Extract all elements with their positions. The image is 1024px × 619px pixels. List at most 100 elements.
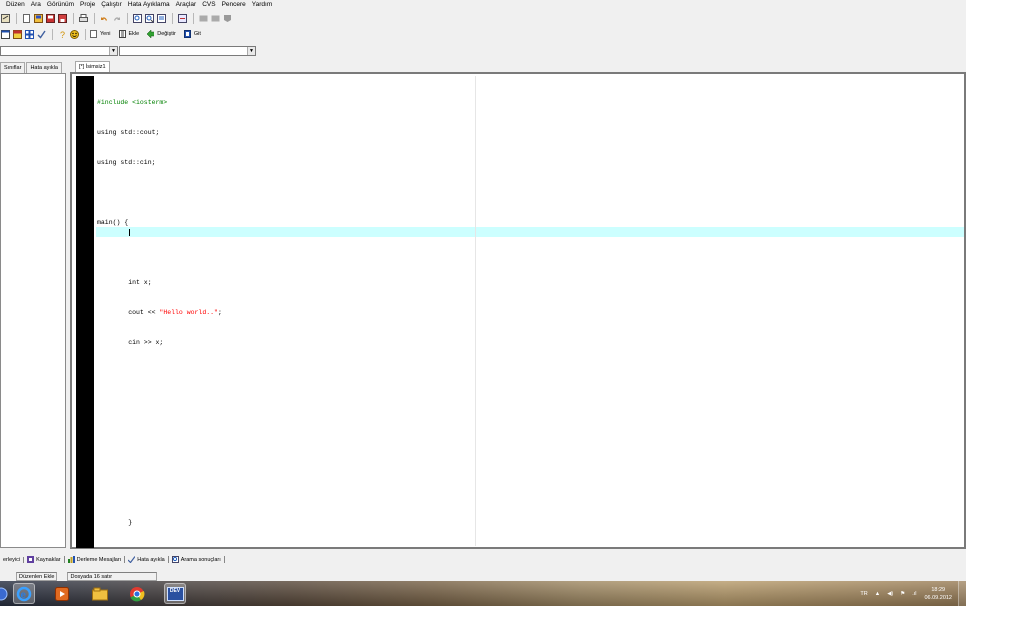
tab-resources-label: Kaynaklar bbox=[36, 556, 61, 563]
chevron-down-icon[interactable]: ▼ bbox=[109, 47, 117, 55]
save-icon[interactable] bbox=[45, 13, 55, 23]
show-hidden-icons-icon[interactable]: ▲ bbox=[875, 591, 880, 597]
menu-tools[interactable]: Araçlar bbox=[176, 0, 197, 10]
chevron-down-icon[interactable]: ▼ bbox=[247, 47, 255, 55]
code-line: using std::cout; bbox=[97, 129, 160, 136]
open-file-icon[interactable] bbox=[33, 13, 43, 23]
tab-classes[interactable]: Sınıflar bbox=[0, 62, 26, 73]
indent-icon[interactable] bbox=[210, 13, 220, 23]
insert-label: Ekle bbox=[128, 31, 140, 37]
new-item-button[interactable]: Yeni bbox=[90, 30, 111, 38]
help-icon[interactable]: ? bbox=[57, 29, 67, 39]
new-item-icon bbox=[90, 30, 97, 38]
window-icon[interactable] bbox=[0, 29, 10, 39]
code-text[interactable]: #include <iosterm> using std::cout; usin… bbox=[97, 78, 222, 548]
toolbar-separator bbox=[172, 12, 173, 24]
class-browser-panel[interactable] bbox=[0, 73, 66, 548]
toolbar-separator bbox=[85, 28, 86, 40]
taskbar-dev-cpp[interactable]: DEV bbox=[164, 583, 186, 604]
toggle-bookmark-button[interactable]: Değiştir bbox=[147, 30, 176, 38]
class-browser-icon[interactable] bbox=[12, 29, 22, 39]
tab-compiler[interactable]: erleyici bbox=[0, 556, 25, 563]
tab-untitled1[interactable]: [*] İsimsiz1 bbox=[75, 61, 110, 72]
taskbar-explorer[interactable] bbox=[89, 583, 111, 604]
tab-resources[interactable]: Kaynaklar bbox=[24, 556, 65, 563]
tab-debug-output-label: Hata ayıkla bbox=[137, 556, 165, 563]
menu-cvs[interactable]: CVS bbox=[202, 0, 215, 10]
start-button[interactable] bbox=[0, 583, 12, 604]
chrome-icon bbox=[130, 586, 145, 601]
resources-icon bbox=[27, 556, 35, 563]
project-icon[interactable] bbox=[0, 13, 10, 23]
comment-icon[interactable] bbox=[222, 13, 232, 23]
folder-icon bbox=[92, 587, 108, 600]
code-token: ; bbox=[217, 309, 222, 316]
dev-icon-label: DEV bbox=[169, 587, 181, 594]
editor-gutter[interactable] bbox=[76, 76, 94, 548]
tab-compile-log-label: Derleme Mesajları bbox=[76, 556, 122, 563]
class-dropdown[interactable]: ▼ bbox=[0, 46, 118, 56]
menu-project[interactable]: Proje bbox=[80, 0, 95, 10]
string-literal: "Hello world.." bbox=[159, 309, 218, 316]
tab-compile-log[interactable]: Derleme Mesajları bbox=[65, 556, 126, 563]
goto-line-icon[interactable] bbox=[177, 13, 187, 23]
show-desktop-button[interactable] bbox=[958, 581, 966, 606]
checkmark-icon[interactable] bbox=[36, 29, 46, 39]
checkmark-icon bbox=[128, 556, 136, 563]
tab-debug-output[interactable]: Hata ayıkla bbox=[125, 556, 169, 563]
menu-search[interactable]: Ara bbox=[31, 0, 41, 10]
tab-search-results[interactable]: Arama sonuçları bbox=[169, 556, 225, 563]
menu-help[interactable]: Yardım bbox=[252, 0, 272, 10]
redo-icon[interactable] bbox=[111, 13, 121, 23]
toolbar-separator bbox=[127, 12, 128, 24]
about-icon[interactable] bbox=[69, 29, 79, 39]
svg-text:?: ? bbox=[60, 30, 65, 39]
menu-edit[interactable]: Düzen bbox=[6, 0, 25, 10]
flag-icon[interactable]: ⚑ bbox=[900, 591, 905, 597]
clock-time: 18:29 bbox=[931, 586, 946, 593]
toggle-bookmark-icon bbox=[147, 30, 155, 38]
layout-icon[interactable] bbox=[24, 29, 34, 39]
menu-view[interactable]: Görünüm bbox=[47, 0, 74, 10]
media-player-icon bbox=[55, 586, 69, 601]
code-line: cout << "Hello world.."; bbox=[97, 308, 222, 318]
find-icon[interactable] bbox=[132, 13, 142, 23]
member-dropdown[interactable]: ▼ bbox=[119, 46, 256, 56]
tab-compiler-label: erleyici bbox=[3, 556, 21, 563]
taskbar-chrome[interactable] bbox=[126, 583, 148, 604]
clock[interactable]: 18:29 06.09.2012 bbox=[924, 586, 952, 602]
right-margin-line bbox=[475, 76, 476, 546]
status-line-count: Dosyada 16 satır bbox=[67, 571, 158, 581]
save-all-icon[interactable] bbox=[57, 13, 67, 23]
find-next-icon[interactable] bbox=[156, 13, 166, 23]
unindent-icon[interactable] bbox=[198, 13, 208, 23]
taskbar-ie[interactable]: e bbox=[13, 583, 35, 604]
code-editor[interactable]: #include <iosterm> using std::cout; usin… bbox=[70, 72, 966, 549]
internet-explorer-icon: e bbox=[16, 586, 32, 601]
network-icon[interactable]: .ıl bbox=[912, 591, 916, 597]
status-mode: Düzenlen Ekle bbox=[16, 571, 58, 581]
tab-debug[interactable]: Hata ayıkla bbox=[26, 62, 62, 73]
menu-debug[interactable]: Hata Ayıklama bbox=[128, 0, 170, 10]
goto-bookmark-icon bbox=[183, 30, 191, 38]
taskbar-media-player[interactable] bbox=[51, 583, 73, 604]
system-tray: TR ▲ ◀) ⚑ .ıl 18:29 06.09.2012 bbox=[853, 581, 952, 606]
volume-icon[interactable]: ◀) bbox=[887, 591, 893, 597]
print-icon[interactable] bbox=[78, 13, 88, 23]
code-line: int x; bbox=[97, 279, 152, 286]
insert-button[interactable]: Ekle bbox=[118, 30, 140, 38]
goto-bookmark-button[interactable]: Git bbox=[183, 30, 201, 38]
menu-execute[interactable]: Çalıştır bbox=[101, 0, 122, 10]
toolbar-separator bbox=[73, 12, 74, 24]
search-icon bbox=[171, 556, 179, 563]
menu-bar: Düzen Ara Görünüm Proje Çalıştır Hata Ay… bbox=[0, 0, 966, 10]
menu-window[interactable]: Pencere bbox=[222, 0, 246, 10]
code-line: main() { bbox=[97, 219, 129, 226]
toolbar-separator bbox=[193, 12, 194, 24]
replace-icon[interactable] bbox=[144, 13, 154, 23]
undo-icon[interactable] bbox=[99, 13, 109, 23]
new-file-icon[interactable] bbox=[21, 13, 31, 23]
language-indicator[interactable]: TR bbox=[860, 591, 867, 597]
